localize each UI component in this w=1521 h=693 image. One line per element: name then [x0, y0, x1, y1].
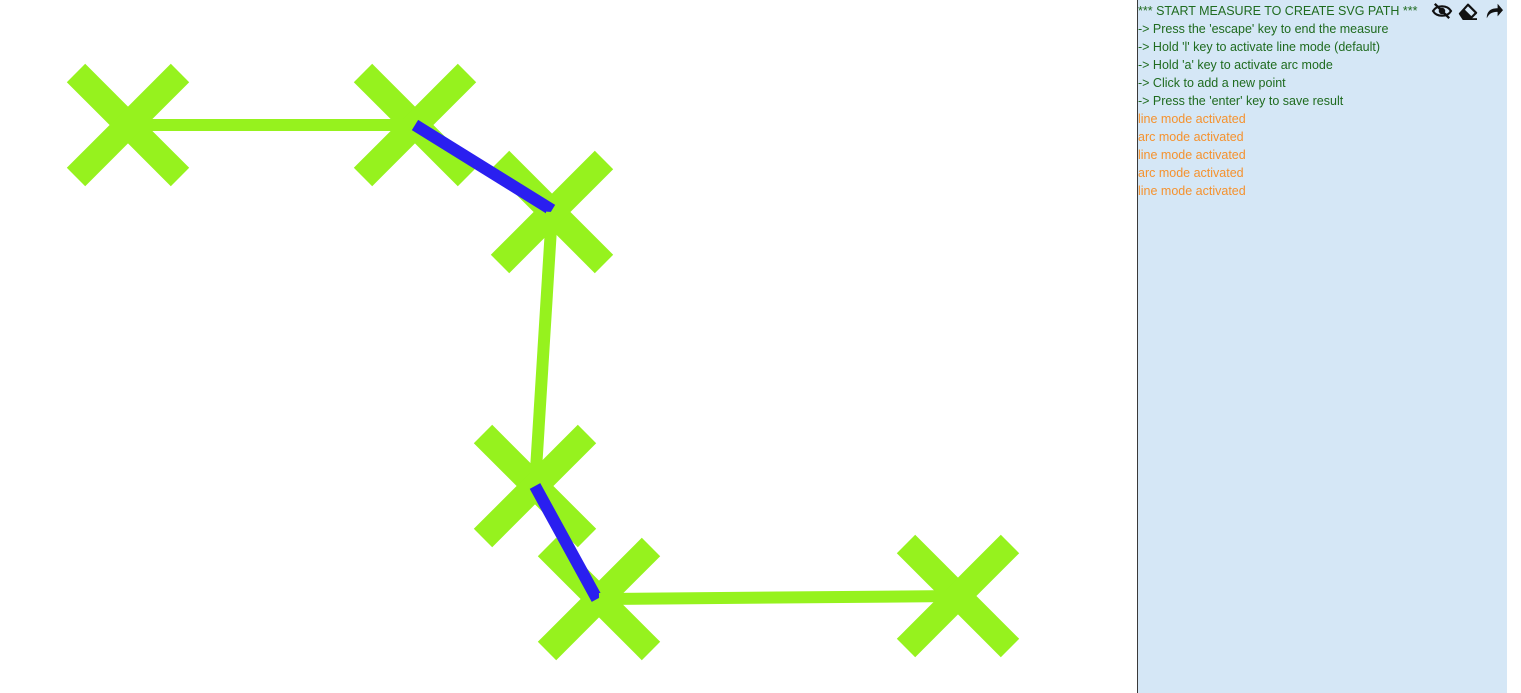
- window-gutter: [1507, 0, 1521, 693]
- arc-segment[interactable]: [411, 119, 556, 216]
- log-instruction: -> Hold 'a' key to activate arc mode: [1138, 58, 1333, 72]
- log-mode-status: line mode activated: [1138, 112, 1246, 126]
- line-segment[interactable]: [529, 211, 558, 487]
- eye-slash-icon: [1431, 2, 1453, 20]
- log-instruction: -> Press the 'enter' key to save result: [1138, 94, 1344, 108]
- panel-toolbar: [1431, 1, 1505, 21]
- erase-button[interactable]: [1457, 1, 1479, 21]
- log-instruction: -> Hold 'l' key to activate line mode (d…: [1138, 40, 1381, 54]
- log-instruction: -> Click to add a new point: [1138, 76, 1286, 90]
- path-drawing[interactable]: [0, 0, 1137, 693]
- log-mode-status: arc mode activated: [1138, 166, 1244, 180]
- drawing-canvas[interactable]: [0, 0, 1137, 693]
- log-mode-status: line mode activated: [1138, 184, 1246, 198]
- log-mode-status: arc mode activated: [1138, 130, 1244, 144]
- log-instruction: -> Press the 'escape' key to end the mea…: [1138, 22, 1389, 36]
- eraser-icon: [1458, 3, 1478, 20]
- redo-arrow-icon: [1486, 3, 1503, 19]
- measure-log: *** START MEASURE TO CREATE SVG PATH ***…: [1138, 2, 1507, 200]
- line-segment[interactable]: [598, 590, 959, 605]
- redo-button[interactable]: [1483, 1, 1505, 21]
- measure-log-panel[interactable]: *** START MEASURE TO CREATE SVG PATH ***…: [1137, 0, 1507, 693]
- app-root: *** START MEASURE TO CREATE SVG PATH ***…: [0, 0, 1521, 693]
- log-mode-status: line mode activated: [1138, 148, 1246, 162]
- hide-button[interactable]: [1431, 1, 1453, 21]
